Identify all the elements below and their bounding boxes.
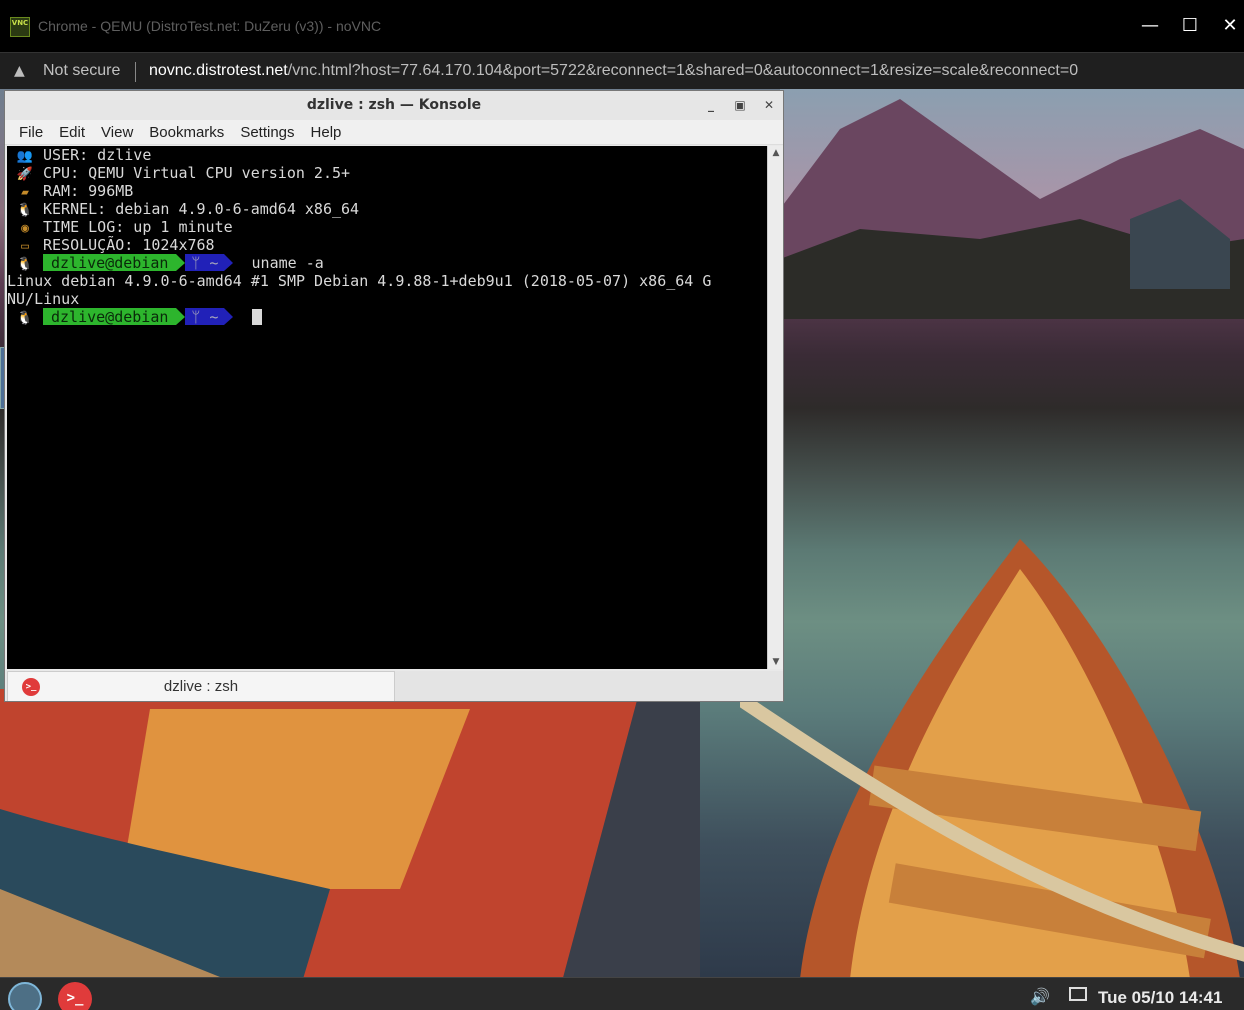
minimize-button[interactable]: — [1138,14,1162,38]
app-launcher-icon[interactable] [8,982,42,1010]
info-line-ram: ▰ RAM: 996MB [7,182,133,200]
prompt-user: dzlive@debian [43,308,177,326]
info-line-resolution: ▭ RESOLUÇÃO: 1024x768 [7,236,215,254]
prompt-line-2: 🐧 dzlive@debian ᛘ ~ [7,308,262,326]
browser-titlebar: VNC Chrome - QEMU (DistroTest.net: DuZer… [0,0,1244,52]
taskbar-clock[interactable]: Tue 05/10 14:41 [1098,988,1222,1008]
menu-edit[interactable]: Edit [51,120,93,144]
maximize-button[interactable]: ☐ [1178,14,1202,38]
info-line-kernel: 🐧 KERNEL: debian 4.9.0-6-amd64 x86_64 [7,200,359,218]
prompt-arrow-icon [176,254,186,271]
scroll-down-icon[interactable]: ▼ [770,657,782,667]
window-title: Chrome - QEMU (DistroTest.net: DuZeru (v… [38,18,382,34]
terminal-taskbar-icon[interactable]: >_ [58,982,92,1010]
tab-dzlive-zsh[interactable]: >_ dzlive : zsh [7,671,395,701]
mountain-scenery [780,89,1244,319]
konsole-titlebar[interactable]: dzlive : zsh — Konsole _ ▣ ✕ [5,91,783,120]
menu-file[interactable]: File [11,120,51,144]
konsole-close-button[interactable]: ✕ [761,97,777,113]
novnc-app-icon: VNC [10,17,30,37]
tux-icon: 🐧 [16,311,34,326]
boat-left-scenery [0,689,700,977]
prompt-arrow-icon [224,254,234,271]
address-bar[interactable]: ▲ Not secure novnc.distrotest.net/vnc.ht… [0,52,1244,89]
url-host: novnc.distrotest.net [149,62,288,79]
prompt-arrow-icon [176,308,186,325]
command-text: uname -a [251,254,324,272]
menu-bookmarks[interactable]: Bookmarks [141,120,232,144]
info-line-user: 👥 USER: dzlive [7,146,151,164]
output-line-2: NU/Linux [7,290,80,308]
security-indicator[interactable]: Not secure [43,62,120,80]
konsole-title: dzlive : zsh — Konsole [306,97,482,113]
menu-view[interactable]: View [93,120,141,144]
close-button[interactable]: ✕ [1218,14,1242,38]
taskbar: >_ 🔊 Tue 05/10 14:41 [0,977,1244,1010]
url-path: /vnc.html?host=77.64.170.104&port=5722&r… [287,62,1079,79]
terminal-area[interactable]: 👥 USER: dzlive 🚀 CPU: QEMU Virtual CPU ver… [7,146,767,669]
info-line-time: ◉ TIME LOG: up 1 minute [7,218,233,236]
konsole-maximize-button[interactable]: ▣ [732,97,748,113]
konsole-menubar: File Edit View Bookmarks Settings Help [5,120,783,145]
terminal-scrollbar[interactable]: ▲ ▼ [767,146,783,669]
address-separator [135,62,136,82]
network-icon[interactable] [1069,987,1087,1001]
info-line-cpu: 🚀 CPU: QEMU Virtual CPU version 2.5+ [7,164,350,182]
boat-right-scenery [740,539,1244,977]
prompt-user: dzlive@debian [43,254,177,272]
scroll-up-icon[interactable]: ▲ [770,148,782,158]
prompt-dir: ᛘ ~ [185,308,225,326]
url-text[interactable]: novnc.distrotest.net/vnc.html?host=77.64… [149,62,1078,80]
output-line-1: Linux debian 4.9.0-6-amd64 #1 SMP Debian… [7,272,712,290]
konsole-minimize-button[interactable]: _ [703,97,719,113]
prompt-dir: ᛘ ~ [185,254,225,272]
volume-icon[interactable]: 🔊 [1030,987,1050,1006]
warning-icon[interactable]: ▲ [14,63,25,79]
prompt-line-1: 🐧 dzlive@debian ᛘ ~ uname -a [7,254,324,272]
konsole-window[interactable]: dzlive : zsh — Konsole _ ▣ ✕ File Edit V… [4,90,784,702]
tab-label: dzlive : zsh [163,678,239,695]
konsole-tabbar: >_ dzlive : zsh [7,671,783,701]
terminal-cursor [251,309,262,325]
menu-settings[interactable]: Settings [232,120,302,144]
prompt-arrow-icon [224,308,234,325]
menu-help[interactable]: Help [303,120,350,144]
